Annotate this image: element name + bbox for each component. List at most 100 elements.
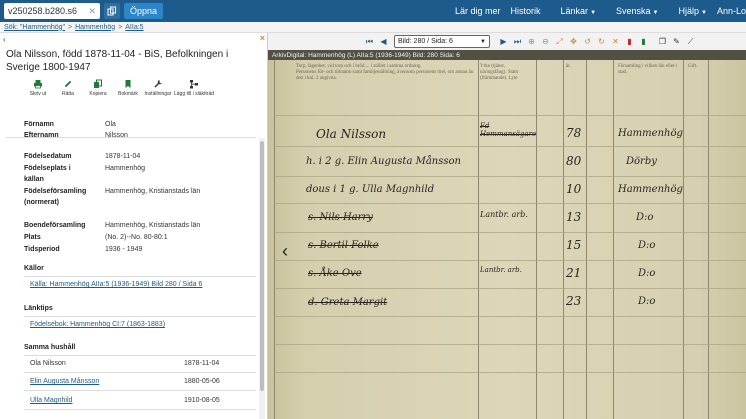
normalized-label: (normerat) bbox=[24, 199, 60, 206]
add-to-tree-button[interactable]: Lägg till i släktträd bbox=[174, 79, 214, 97]
handwritten-place: Hammenhög bbox=[618, 184, 683, 195]
column-header: Gift. bbox=[688, 64, 698, 69]
breadcrumb-volume[interactable]: AIIa:5 bbox=[125, 24, 143, 31]
birth-parish-value: Hammenhög, Kristianstads län bbox=[105, 188, 201, 195]
close-icon[interactable]: × bbox=[260, 33, 265, 43]
table-line bbox=[274, 288, 746, 289]
rotate-right-icon[interactable]: ↻ bbox=[596, 36, 607, 47]
handwritten-year: 80 bbox=[566, 154, 582, 168]
wrench-icon bbox=[153, 79, 163, 89]
birthdate-label: Födelsedatum bbox=[24, 153, 72, 160]
handwritten-name: dous i 1 g. Ulla Magnhild bbox=[306, 184, 435, 195]
period-label: Tidsperiod bbox=[24, 246, 60, 253]
search-value: v250258.b280.s6 bbox=[8, 6, 78, 16]
handwritten-year: 13 bbox=[566, 210, 582, 224]
pencil-icon bbox=[63, 79, 73, 89]
birth-record-link[interactable]: Födelsebok: Hammenhög CI:7 (1863-1883) bbox=[30, 321, 165, 328]
nav-language-label: Svenska bbox=[616, 6, 651, 16]
nav-help-label: Hjälp bbox=[678, 6, 700, 16]
nav-links[interactable]: Länkar ▼ bbox=[551, 6, 596, 16]
adjust-icon[interactable]: ✕ bbox=[610, 36, 621, 47]
previous-page-icon[interactable]: ◀ bbox=[378, 36, 389, 47]
rotate-left-icon[interactable]: ↺ bbox=[582, 36, 593, 47]
print-button[interactable]: Skriv ut bbox=[24, 79, 52, 97]
handwritten-year: 10 bbox=[566, 182, 582, 196]
chevron-down-icon: ▼ bbox=[590, 10, 597, 16]
pin-icon[interactable]: ⟋ bbox=[685, 36, 696, 47]
page-select[interactable]: Bild: 280 / Sida: 6 ▼ bbox=[394, 35, 490, 48]
chevron-down-icon: ▼ bbox=[701, 10, 707, 16]
source-link[interactable]: Källa: Hammenhög AIIa:5 (1936-1949) Bild… bbox=[30, 281, 202, 288]
nav-help[interactable]: Hjälp ▼ bbox=[669, 6, 707, 16]
handwritten-occupation: Lantbr. arb. bbox=[480, 210, 528, 219]
column-header: Församling i vilken län eller i stad. bbox=[618, 64, 678, 75]
nav-links-label: Länkar bbox=[560, 6, 589, 16]
print-label: Skriv ut bbox=[29, 91, 47, 97]
copy-icon bbox=[93, 79, 103, 89]
handwritten-name: s. Nils Harry bbox=[308, 212, 373, 223]
breadcrumb-search[interactable]: Sök: "Hammenhög" bbox=[4, 24, 65, 31]
image-viewer[interactable]: ⏮ ◀ Bild: 280 / Sida: 6 ▼ ▶ ⏭ ⊕ ⊖ ⤢ ✥ ↺ … bbox=[268, 33, 746, 419]
panel-scrollbar-thumb[interactable] bbox=[260, 141, 264, 391]
scanned-document: Torp, lägenhet, vid torp och i bröd ... … bbox=[268, 60, 746, 419]
handwritten-occupation: Fd Hemmansägare bbox=[480, 122, 537, 138]
top-navbar: v250258.b280.s6 ✕ Öppna Lär dig mer Hist… bbox=[0, 0, 746, 22]
table-line bbox=[563, 60, 564, 419]
table-line bbox=[613, 60, 614, 419]
fit-icon[interactable]: ⤢ bbox=[554, 36, 565, 47]
birth-parish-label: Födelseförsamling bbox=[24, 188, 87, 195]
nav-learn-more[interactable]: Lär dig mer bbox=[455, 6, 501, 16]
last-page-icon[interactable]: ⏭ bbox=[512, 36, 523, 47]
residence-parish-value: Hammenhög, Kristianstads län bbox=[105, 222, 201, 229]
correct-label: Rätta bbox=[62, 91, 74, 97]
previous-image-icon[interactable]: ‹ bbox=[282, 241, 288, 262]
add-to-tree-label: Lägg till i släktträd bbox=[173, 91, 215, 97]
copy-record-button[interactable]: Kopiera bbox=[84, 79, 112, 97]
zoom-in-icon[interactable]: ⊕ bbox=[526, 36, 537, 47]
birthdate-value: 1878-11-04 bbox=[105, 153, 141, 160]
open-button[interactable]: Öppna bbox=[124, 3, 164, 19]
place-value: (No. 2)--No. 80-80:1 bbox=[105, 234, 168, 241]
pdf-icon[interactable]: ▮ bbox=[624, 36, 635, 47]
nav-user[interactable]: Ann-Lo bbox=[717, 6, 746, 16]
divider bbox=[24, 276, 256, 277]
birthplace-source-label: källan bbox=[24, 176, 44, 183]
household-heading: Samma hushåll bbox=[24, 344, 76, 351]
first-page-icon[interactable]: ⏮ bbox=[364, 36, 375, 47]
breadcrumb-separator: > bbox=[68, 23, 73, 31]
copy-button[interactable] bbox=[104, 3, 120, 19]
handwritten-name: s. Bertil Folke bbox=[308, 240, 379, 251]
bookmark-button[interactable]: Bokmärk bbox=[114, 79, 142, 97]
search-input[interactable]: v250258.b280.s6 ✕ bbox=[4, 3, 100, 19]
firstname-value: Ola bbox=[105, 121, 116, 128]
birthplace-label: Födelseplats i bbox=[24, 165, 71, 172]
divider bbox=[24, 409, 256, 410]
bookmark-icon[interactable]: ▮ bbox=[638, 36, 649, 47]
table-line bbox=[274, 146, 746, 147]
correct-button[interactable]: Rätta bbox=[54, 79, 82, 97]
wrench-icon[interactable]: ✎ bbox=[671, 36, 682, 47]
collapse-icon[interactable]: ‹ bbox=[3, 35, 6, 44]
table-line bbox=[274, 260, 746, 261]
next-page-icon[interactable]: ▶ bbox=[498, 36, 509, 47]
household-member-link[interactable]: Ulla Magnhild bbox=[30, 397, 72, 404]
settings-label: Inställningar bbox=[144, 91, 172, 97]
table-line bbox=[274, 176, 746, 177]
panel-header: ‹ × bbox=[0, 33, 267, 44]
clear-icon[interactable]: ✕ bbox=[88, 6, 96, 17]
handwritten-place: Hammenhög bbox=[618, 128, 683, 139]
expand-icon[interactable]: ✥ bbox=[568, 36, 579, 47]
zoom-out-icon[interactable]: ⊖ bbox=[540, 36, 551, 47]
settings-button[interactable]: Inställningar bbox=[144, 79, 172, 97]
nav-language[interactable]: Svenska ▼ bbox=[606, 6, 658, 16]
bookmark-label: Bokmärk bbox=[118, 91, 138, 97]
copy-icon bbox=[107, 6, 116, 16]
copy-icon[interactable]: ❐ bbox=[657, 36, 668, 47]
breadcrumb-parish[interactable]: Hammenhög bbox=[75, 24, 115, 31]
household-member-name: Ola Nilsson bbox=[30, 360, 66, 367]
record-toolbar: Skriv ut Rätta Kopiera Bokmärk Inställni… bbox=[24, 79, 216, 97]
household-member-link[interactable]: Elin Augusta Månsson bbox=[30, 378, 99, 385]
household-member-date: 1910-08-05 bbox=[184, 397, 220, 404]
period-value: 1936 - 1949 bbox=[105, 246, 143, 253]
nav-history[interactable]: Historik bbox=[511, 6, 541, 16]
